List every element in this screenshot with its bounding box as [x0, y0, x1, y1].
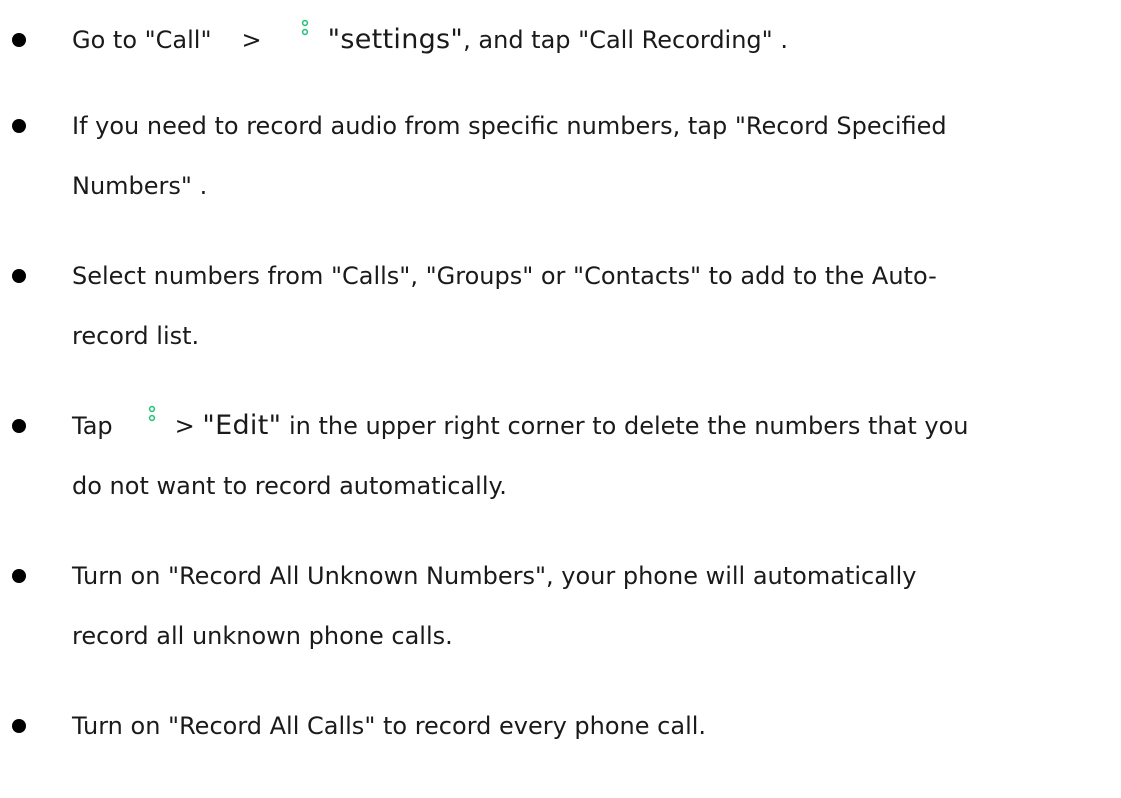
text-segment-large: "settings": [327, 24, 464, 55]
instruction-document: Go to "Call" > "settings", and tap "Call R…: [0, 0, 1121, 798]
more-vertical-dots-icon: [300, 15, 310, 41]
line-text: Turn on "Record All Unknown Numbers", yo…: [72, 562, 917, 590]
line: Numbers" .: [0, 161, 1121, 211]
chevron-separator: >: [174, 412, 195, 440]
line-text: record all unknown phone calls.: [72, 622, 453, 650]
line: Tap > "Edit" in the upper right corner to…: [0, 401, 1121, 451]
text-segment: Tap: [72, 412, 113, 440]
line: If you need to record audio from specifi…: [0, 101, 1121, 151]
line-text: Turn on "Record All Calls" to record eve…: [72, 712, 707, 740]
text-segment: Go to "Call": [72, 26, 212, 54]
line-text: record list.: [72, 322, 200, 350]
line-text: Select numbers from "Calls", "Groups" or…: [72, 262, 937, 290]
text-segment: in the upper right corner to delete the …: [281, 412, 969, 440]
line: do not want to record automatically.: [0, 461, 1121, 511]
line-text: Numbers" .: [72, 172, 208, 200]
line: record all unknown phone calls.: [0, 611, 1121, 661]
more-vertical-dots-icon: [147, 401, 157, 427]
line-text: Tap > "Edit" in the upper right corner to…: [72, 401, 968, 451]
line: record list.: [0, 311, 1121, 361]
bullet-icon: [12, 719, 26, 733]
line-text: If you need to record audio from specifi…: [72, 112, 947, 140]
bullet-icon: [12, 569, 26, 583]
bullet-icon: [12, 33, 26, 47]
line: Go to "Call" > "settings", and tap "Call R…: [0, 15, 1121, 65]
bullet-icon: [12, 119, 26, 133]
line: Select numbers from "Calls", "Groups" or…: [0, 251, 1121, 301]
text-segment-large: "Edit": [202, 410, 282, 441]
bullet-icon: [12, 269, 26, 283]
chevron-separator: >: [241, 26, 262, 54]
text-segment: , and tap "Call Recording" .: [463, 26, 788, 54]
line: Turn on "Record All Calls" to record eve…: [0, 701, 1121, 751]
bullet-icon: [12, 419, 26, 433]
line: Turn on "Record All Unknown Numbers", yo…: [0, 551, 1121, 601]
line-text: Go to "Call" > "settings", and tap "Call R…: [72, 15, 788, 65]
line-text: do not want to record automatically.: [72, 472, 507, 500]
